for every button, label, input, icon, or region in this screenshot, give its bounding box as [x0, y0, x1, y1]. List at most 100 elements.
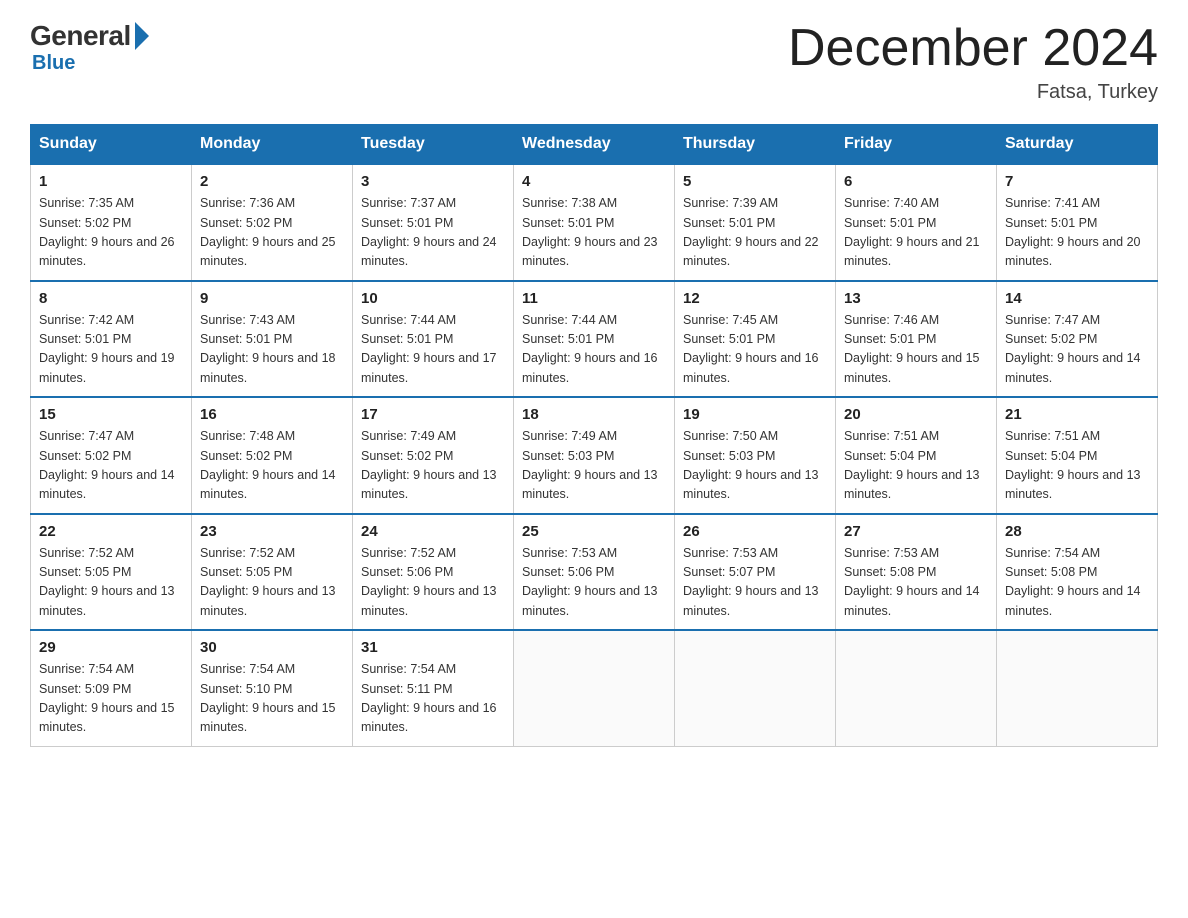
day-number: 21 — [1005, 406, 1149, 423]
day-info: Sunrise: 7:43 AMSunset: 5:01 PMDaylight:… — [200, 311, 344, 389]
logo-general-text: General — [30, 20, 131, 52]
calendar-week-row: 8 Sunrise: 7:42 AMSunset: 5:01 PMDayligh… — [31, 281, 1158, 398]
day-number: 5 — [683, 173, 827, 190]
day-info: Sunrise: 7:49 AMSunset: 5:03 PMDaylight:… — [522, 427, 666, 505]
calendar-cell: 10 Sunrise: 7:44 AMSunset: 5:01 PMDaylig… — [353, 281, 514, 398]
calendar-cell: 24 Sunrise: 7:52 AMSunset: 5:06 PMDaylig… — [353, 514, 514, 631]
calendar-cell: 9 Sunrise: 7:43 AMSunset: 5:01 PMDayligh… — [192, 281, 353, 398]
calendar-header-row: SundayMondayTuesdayWednesdayThursdayFrid… — [31, 125, 1158, 165]
logo-triangle-icon — [135, 22, 149, 50]
calendar-cell: 20 Sunrise: 7:51 AMSunset: 5:04 PMDaylig… — [836, 397, 997, 514]
day-number: 1 — [39, 173, 183, 190]
day-number: 11 — [522, 290, 666, 307]
day-number: 24 — [361, 523, 505, 540]
calendar-cell: 11 Sunrise: 7:44 AMSunset: 5:01 PMDaylig… — [514, 281, 675, 398]
day-header-thursday: Thursday — [675, 125, 836, 165]
day-number: 8 — [39, 290, 183, 307]
day-number: 20 — [844, 406, 988, 423]
calendar-cell: 13 Sunrise: 7:46 AMSunset: 5:01 PMDaylig… — [836, 281, 997, 398]
day-info: Sunrise: 7:54 AMSunset: 5:10 PMDaylight:… — [200, 660, 344, 738]
day-header-friday: Friday — [836, 125, 997, 165]
calendar-subtitle: Fatsa, Turkey — [788, 81, 1158, 104]
calendar-cell: 25 Sunrise: 7:53 AMSunset: 5:06 PMDaylig… — [514, 514, 675, 631]
day-number: 29 — [39, 639, 183, 656]
calendar-cell — [514, 630, 675, 746]
day-number: 22 — [39, 523, 183, 540]
day-info: Sunrise: 7:52 AMSunset: 5:05 PMDaylight:… — [39, 544, 183, 622]
day-info: Sunrise: 7:54 AMSunset: 5:08 PMDaylight:… — [1005, 544, 1149, 622]
day-info: Sunrise: 7:51 AMSunset: 5:04 PMDaylight:… — [844, 427, 988, 505]
calendar-cell: 28 Sunrise: 7:54 AMSunset: 5:08 PMDaylig… — [997, 514, 1158, 631]
day-info: Sunrise: 7:37 AMSunset: 5:01 PMDaylight:… — [361, 194, 505, 272]
calendar-cell: 5 Sunrise: 7:39 AMSunset: 5:01 PMDayligh… — [675, 164, 836, 281]
day-header-monday: Monday — [192, 125, 353, 165]
calendar-cell: 21 Sunrise: 7:51 AMSunset: 5:04 PMDaylig… — [997, 397, 1158, 514]
day-info: Sunrise: 7:45 AMSunset: 5:01 PMDaylight:… — [683, 311, 827, 389]
day-number: 28 — [1005, 523, 1149, 540]
calendar-cell: 19 Sunrise: 7:50 AMSunset: 5:03 PMDaylig… — [675, 397, 836, 514]
day-number: 3 — [361, 173, 505, 190]
title-section: December 2024 Fatsa, Turkey — [788, 20, 1158, 104]
day-number: 17 — [361, 406, 505, 423]
day-number: 15 — [39, 406, 183, 423]
calendar-cell: 15 Sunrise: 7:47 AMSunset: 5:02 PMDaylig… — [31, 397, 192, 514]
calendar-cell: 12 Sunrise: 7:45 AMSunset: 5:01 PMDaylig… — [675, 281, 836, 398]
calendar-week-row: 22 Sunrise: 7:52 AMSunset: 5:05 PMDaylig… — [31, 514, 1158, 631]
day-info: Sunrise: 7:53 AMSunset: 5:06 PMDaylight:… — [522, 544, 666, 622]
day-number: 12 — [683, 290, 827, 307]
calendar-week-row: 29 Sunrise: 7:54 AMSunset: 5:09 PMDaylig… — [31, 630, 1158, 746]
day-info: Sunrise: 7:38 AMSunset: 5:01 PMDaylight:… — [522, 194, 666, 272]
day-number: 19 — [683, 406, 827, 423]
calendar-cell — [836, 630, 997, 746]
day-info: Sunrise: 7:48 AMSunset: 5:02 PMDaylight:… — [200, 427, 344, 505]
day-header-tuesday: Tuesday — [353, 125, 514, 165]
day-info: Sunrise: 7:44 AMSunset: 5:01 PMDaylight:… — [522, 311, 666, 389]
calendar-cell: 18 Sunrise: 7:49 AMSunset: 5:03 PMDaylig… — [514, 397, 675, 514]
calendar-week-row: 1 Sunrise: 7:35 AMSunset: 5:02 PMDayligh… — [31, 164, 1158, 281]
day-header-sunday: Sunday — [31, 125, 192, 165]
calendar-cell: 17 Sunrise: 7:49 AMSunset: 5:02 PMDaylig… — [353, 397, 514, 514]
calendar-week-row: 15 Sunrise: 7:47 AMSunset: 5:02 PMDaylig… — [31, 397, 1158, 514]
day-info: Sunrise: 7:35 AMSunset: 5:02 PMDaylight:… — [39, 194, 183, 272]
day-number: 9 — [200, 290, 344, 307]
calendar-cell: 31 Sunrise: 7:54 AMSunset: 5:11 PMDaylig… — [353, 630, 514, 746]
day-number: 4 — [522, 173, 666, 190]
day-info: Sunrise: 7:40 AMSunset: 5:01 PMDaylight:… — [844, 194, 988, 272]
day-info: Sunrise: 7:51 AMSunset: 5:04 PMDaylight:… — [1005, 427, 1149, 505]
calendar-cell — [675, 630, 836, 746]
day-number: 25 — [522, 523, 666, 540]
day-number: 30 — [200, 639, 344, 656]
day-number: 31 — [361, 639, 505, 656]
day-info: Sunrise: 7:47 AMSunset: 5:02 PMDaylight:… — [39, 427, 183, 505]
logo-blue-text: Blue — [32, 52, 75, 75]
day-info: Sunrise: 7:53 AMSunset: 5:08 PMDaylight:… — [844, 544, 988, 622]
calendar-cell: 2 Sunrise: 7:36 AMSunset: 5:02 PMDayligh… — [192, 164, 353, 281]
day-info: Sunrise: 7:50 AMSunset: 5:03 PMDaylight:… — [683, 427, 827, 505]
calendar-cell: 27 Sunrise: 7:53 AMSunset: 5:08 PMDaylig… — [836, 514, 997, 631]
day-info: Sunrise: 7:46 AMSunset: 5:01 PMDaylight:… — [844, 311, 988, 389]
day-number: 13 — [844, 290, 988, 307]
day-info: Sunrise: 7:54 AMSunset: 5:11 PMDaylight:… — [361, 660, 505, 738]
calendar-cell: 7 Sunrise: 7:41 AMSunset: 5:01 PMDayligh… — [997, 164, 1158, 281]
day-info: Sunrise: 7:53 AMSunset: 5:07 PMDaylight:… — [683, 544, 827, 622]
day-number: 27 — [844, 523, 988, 540]
day-info: Sunrise: 7:42 AMSunset: 5:01 PMDaylight:… — [39, 311, 183, 389]
calendar-cell: 22 Sunrise: 7:52 AMSunset: 5:05 PMDaylig… — [31, 514, 192, 631]
calendar-cell: 29 Sunrise: 7:54 AMSunset: 5:09 PMDaylig… — [31, 630, 192, 746]
logo: General Blue — [30, 20, 149, 75]
day-info: Sunrise: 7:41 AMSunset: 5:01 PMDaylight:… — [1005, 194, 1149, 272]
calendar-cell: 6 Sunrise: 7:40 AMSunset: 5:01 PMDayligh… — [836, 164, 997, 281]
calendar-cell: 30 Sunrise: 7:54 AMSunset: 5:10 PMDaylig… — [192, 630, 353, 746]
calendar-cell — [997, 630, 1158, 746]
page-header: General Blue December 2024 Fatsa, Turkey — [30, 20, 1158, 104]
day-header-saturday: Saturday — [997, 125, 1158, 165]
day-number: 18 — [522, 406, 666, 423]
day-header-wednesday: Wednesday — [514, 125, 675, 165]
day-number: 2 — [200, 173, 344, 190]
day-info: Sunrise: 7:36 AMSunset: 5:02 PMDaylight:… — [200, 194, 344, 272]
day-number: 14 — [1005, 290, 1149, 307]
day-number: 7 — [1005, 173, 1149, 190]
day-info: Sunrise: 7:47 AMSunset: 5:02 PMDaylight:… — [1005, 311, 1149, 389]
day-info: Sunrise: 7:49 AMSunset: 5:02 PMDaylight:… — [361, 427, 505, 505]
calendar-cell: 14 Sunrise: 7:47 AMSunset: 5:02 PMDaylig… — [997, 281, 1158, 398]
